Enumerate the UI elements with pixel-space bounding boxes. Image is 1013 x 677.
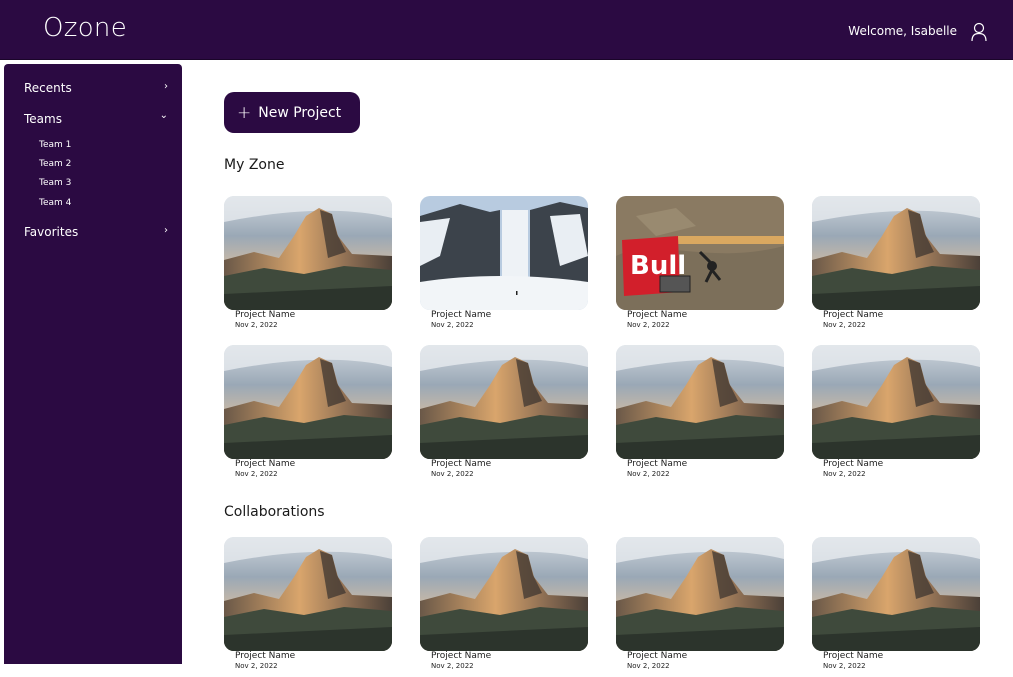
project-thumbnail[interactable] (224, 196, 392, 310)
project-date: Nov 2, 2022 (431, 321, 474, 329)
project-thumbnail[interactable] (616, 345, 784, 459)
project-name: Project Name (235, 651, 296, 661)
project-thumbnail[interactable] (224, 537, 392, 651)
new-project-label: New Project (258, 104, 342, 121)
project-date: Nov 2, 2022 (235, 662, 278, 670)
project-card[interactable]: Project Name Nov 2, 2022 (224, 345, 392, 485)
project-name: Project Name (235, 310, 296, 320)
project-name: Project Name (431, 310, 492, 320)
project-card[interactable]: Project Name Nov 2, 2022 (224, 196, 392, 336)
project-name: Project Name (431, 651, 492, 661)
sidebar: Recents › Teams ⌄ Team 1 Team 2 Team 3 T… (4, 64, 182, 664)
sidebar-subitem-team-4[interactable]: Team 4 (39, 198, 71, 208)
project-name: Project Name (823, 651, 884, 661)
chevron-right-icon: › (164, 225, 168, 236)
plus-icon: + (237, 102, 252, 123)
project-date: Nov 2, 2022 (627, 321, 670, 329)
project-thumbnail[interactable] (616, 537, 784, 651)
sidebar-item-label: Favorites (24, 225, 79, 239)
sidebar-item-teams[interactable]: Teams ⌄ (24, 110, 168, 126)
sidebar-item-recents[interactable]: Recents › (24, 81, 168, 95)
project-date: Nov 2, 2022 (431, 470, 474, 478)
sidebar-item-label: Recents (24, 81, 72, 95)
top-bar: Ozone Welcome, Isabelle (0, 0, 1013, 60)
project-card[interactable]: Project Name Nov 2, 2022 (616, 345, 784, 485)
project-date: Nov 2, 2022 (235, 470, 278, 478)
sidebar-item-favorites[interactable]: Favorites › (24, 225, 168, 239)
project-card[interactable]: Project Name Nov 2, 2022 (420, 537, 588, 677)
project-date: Nov 2, 2022 (235, 321, 278, 329)
project-thumbnail[interactable] (224, 345, 392, 459)
project-name: Project Name (431, 459, 492, 469)
project-thumbnail[interactable] (616, 196, 784, 310)
project-date: Nov 2, 2022 (823, 470, 866, 478)
project-card[interactable]: Project Name Nov 2, 2022 (420, 196, 588, 336)
project-name: Project Name (627, 651, 688, 661)
project-card[interactable]: Project Name Nov 2, 2022 (812, 537, 980, 677)
project-thumbnail[interactable] (420, 537, 588, 651)
project-card[interactable]: Project Name Nov 2, 2022 (812, 345, 980, 485)
project-thumbnail[interactable] (420, 345, 588, 459)
chevron-down-icon: ⌄ (159, 110, 168, 121)
project-date: Nov 2, 2022 (431, 662, 474, 670)
project-date: Nov 2, 2022 (627, 662, 670, 670)
project-card[interactable]: Project Name Nov 2, 2022 (420, 345, 588, 485)
project-name: Project Name (627, 310, 688, 320)
sidebar-item-label: Teams (24, 112, 62, 126)
project-card[interactable]: Project Name Nov 2, 2022 (616, 196, 784, 336)
project-thumbnail[interactable] (812, 345, 980, 459)
sidebar-subitem-team-1[interactable]: Team 1 (39, 140, 71, 150)
project-thumbnail[interactable] (812, 196, 980, 310)
sidebar-subitem-team-3[interactable]: Team 3 (39, 178, 71, 188)
user-icon[interactable] (971, 22, 987, 42)
project-card[interactable]: Project Name Nov 2, 2022 (812, 196, 980, 336)
project-name: Project Name (823, 310, 884, 320)
section-title-collaborations: Collaborations (224, 504, 325, 520)
chevron-right-icon: › (164, 81, 168, 92)
project-name: Project Name (627, 459, 688, 469)
new-project-button[interactable]: + New Project (224, 92, 360, 133)
section-title-my-zone: My Zone (224, 157, 285, 173)
project-date: Nov 2, 2022 (823, 662, 866, 670)
app-logo[interactable]: Ozone (43, 13, 127, 43)
project-name: Project Name (823, 459, 884, 469)
project-thumbnail[interactable] (420, 196, 588, 310)
welcome-text: Welcome, Isabelle (848, 24, 957, 38)
project-date: Nov 2, 2022 (627, 470, 670, 478)
project-thumbnail[interactable] (812, 537, 980, 651)
project-card[interactable]: Project Name Nov 2, 2022 (616, 537, 784, 677)
project-date: Nov 2, 2022 (823, 321, 866, 329)
project-name: Project Name (235, 459, 296, 469)
sidebar-subitem-team-2[interactable]: Team 2 (39, 159, 71, 169)
project-card[interactable]: Project Name Nov 2, 2022 (224, 537, 392, 677)
